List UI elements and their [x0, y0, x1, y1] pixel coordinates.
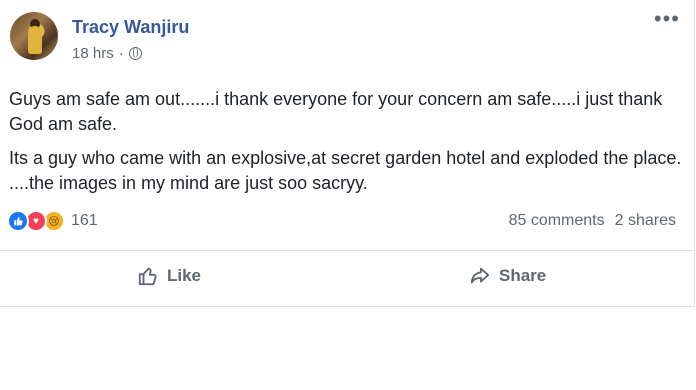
share-button[interactable]: Share [469, 263, 546, 289]
like-label: Like [167, 266, 202, 285]
more-options-icon[interactable]: ••• [654, 8, 680, 30]
avatar-figure [28, 26, 42, 54]
author-name[interactable]: Tracy Wanjiru [72, 17, 189, 38]
engagement-stats: 85 comments 2 shares [509, 212, 676, 230]
like-button[interactable]: Like [137, 263, 201, 289]
reaction-count: 161 [71, 212, 98, 229]
post-paragraph-2: Its a guy who came with an explosive,at … [9, 148, 682, 193]
reactions-summary[interactable]: ♥ 😢 161 [7, 210, 98, 232]
post-meta: 18 hrs · [72, 45, 142, 62]
action-bar: Like Share [0, 250, 694, 301]
post-card: Tracy Wanjiru 18 hrs · ••• Guys am safe … [0, 0, 695, 307]
post-timestamp[interactable]: 18 hrs [72, 45, 114, 62]
meta-separator: · [118, 45, 124, 62]
avatar[interactable] [10, 12, 58, 60]
share-label: Share [499, 266, 547, 285]
thumbs-up-icon [137, 265, 159, 287]
globe-icon[interactable] [128, 47, 142, 60]
comments-count[interactable]: 85 comments [509, 212, 605, 230]
post-paragraph-1: Guys am safe am out.......i thank everyo… [9, 89, 663, 134]
shares-count[interactable]: 2 shares [615, 212, 676, 230]
share-arrow-icon [469, 265, 491, 287]
like-reaction-icon [7, 210, 29, 232]
